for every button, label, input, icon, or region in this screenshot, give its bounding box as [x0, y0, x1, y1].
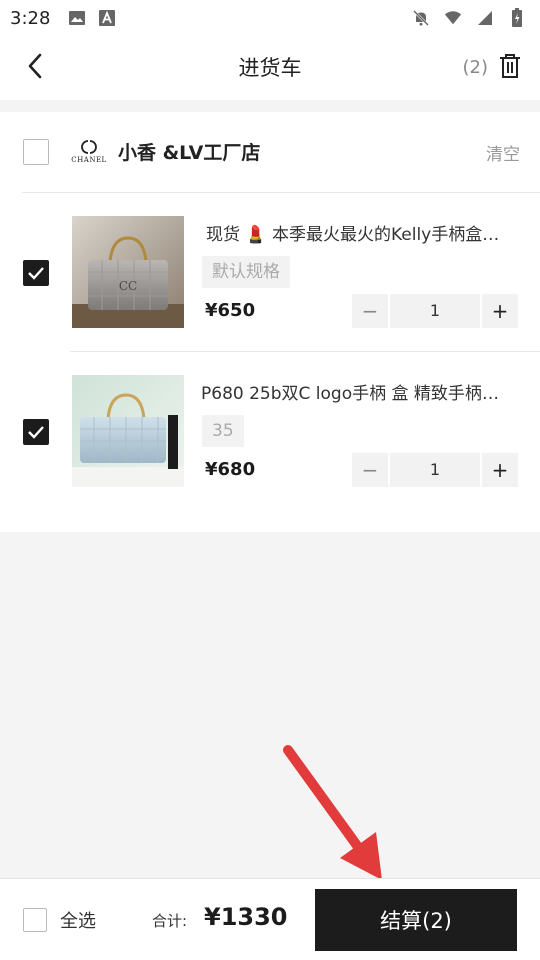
product-title[interactable]: P680 25b双C logo手柄 盒 精致手柄盒子包 — [201, 379, 505, 404]
divider — [70, 351, 540, 352]
cart-count: (2) — [462, 57, 489, 78]
bell-off-icon — [412, 9, 430, 27]
status-bar: 3:28 — [0, 0, 540, 36]
total-value: ¥1330 — [204, 903, 288, 931]
quantity-stepper: − 1 + — [352, 453, 518, 487]
item-checkbox[interactable] — [23, 419, 49, 445]
signal-icon — [476, 9, 494, 27]
decrement-button[interactable]: − — [352, 294, 388, 328]
increment-button[interactable]: + — [482, 453, 518, 487]
battery-icon — [508, 8, 526, 27]
handbag-photo-icon: CC — [72, 216, 184, 328]
spec-tag[interactable]: 35 — [202, 415, 244, 447]
store-checkbox[interactable] — [23, 139, 49, 165]
item-checkbox[interactable] — [23, 260, 49, 286]
spec-tag[interactable]: 默认规格 — [202, 256, 290, 288]
back-button[interactable] — [18, 50, 52, 86]
decrement-button[interactable]: − — [352, 453, 388, 487]
checkout-button[interactable]: 结算(2) — [315, 889, 517, 951]
quantity-value[interactable]: 1 — [390, 453, 480, 487]
store-header: CHANEL 小香 &LV工厂店 清空 — [0, 112, 540, 192]
store-logo: CHANEL — [71, 138, 107, 168]
increment-button[interactable]: + — [482, 294, 518, 328]
svg-text:CC: CC — [119, 279, 137, 293]
select-all-checkbox[interactable] — [23, 908, 47, 932]
product-price: ¥680 — [205, 459, 256, 480]
chanel-logo-icon — [81, 140, 97, 154]
product-price: ¥650 — [205, 300, 256, 321]
chevron-left-icon — [25, 52, 45, 84]
store-name: 小香 &LV工厂店 — [118, 142, 261, 164]
page-title: 进货车 — [238, 56, 302, 80]
product-image[interactable] — [72, 375, 184, 487]
image-icon — [68, 9, 86, 27]
select-all-label[interactable]: 全选 — [60, 907, 96, 933]
check-icon — [28, 267, 44, 280]
store-card: CHANEL 小香 &LV工厂店 清空 CC 现货 💄 本季最火最火的Kelly… — [0, 112, 540, 532]
quantity-stepper: − 1 + — [352, 294, 518, 328]
header: 进货车 (2) — [0, 36, 540, 100]
product-image[interactable]: CC — [72, 216, 184, 328]
text-a-icon — [98, 9, 116, 27]
total-label: 合计: — [152, 912, 188, 930]
wifi-icon — [444, 9, 462, 27]
handbag-photo-icon — [72, 375, 184, 487]
check-icon — [28, 426, 44, 439]
trash-icon — [498, 53, 522, 83]
status-time: 3:28 — [10, 7, 51, 29]
clear-button[interactable]: 清空 — [486, 140, 520, 165]
delete-button[interactable] — [496, 54, 524, 82]
bottom-bar: 全选 合计: ¥1330 结算(2) — [0, 878, 540, 960]
store-logo-text: CHANEL — [71, 156, 107, 164]
annotation-arrow-icon — [283, 745, 382, 880]
cart-item: CC 现货 💄 本季最火最火的Kelly手柄盒子包 默认规格 ¥650 − 1 … — [0, 216, 540, 346]
product-title[interactable]: 现货 💄 本季最火最火的Kelly手柄盒子包 — [206, 220, 510, 245]
divider — [22, 192, 540, 193]
quantity-value[interactable]: 1 — [390, 294, 480, 328]
cart-item: P680 25b双C logo手柄 盒 精致手柄盒子包 35 ¥680 − 1 … — [0, 375, 540, 505]
